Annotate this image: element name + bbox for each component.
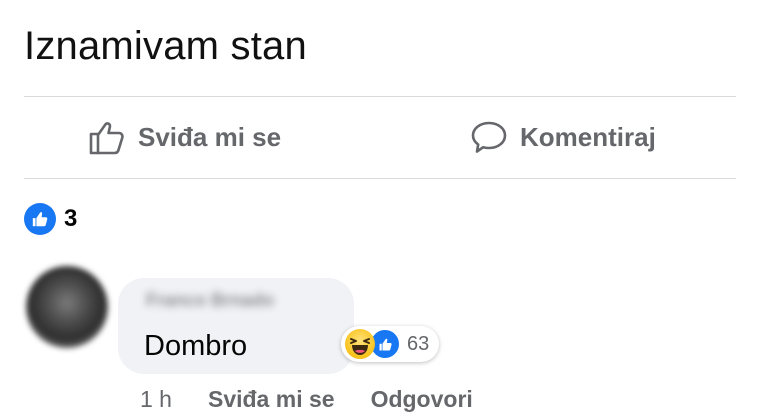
comment-bubble: Franco Brnado Dombro	[118, 278, 354, 374]
comment-timestamp[interactable]: 1 h	[140, 386, 172, 413]
comment-like-link[interactable]: Sviđa mi se	[208, 386, 335, 413]
avatar[interactable]	[26, 266, 108, 348]
comment-reaction-icons	[345, 328, 401, 360]
comment-button-label: Komentiraj	[520, 121, 656, 152]
divider-top	[24, 96, 736, 97]
reactions-summary[interactable]: 3	[24, 203, 77, 235]
post-text: Iznamivam stan	[24, 24, 307, 68]
haha-reaction-icon	[345, 329, 375, 359]
comment-meta: 1 h Sviđa mi se Odgovori	[140, 386, 473, 413]
comment-author-name[interactable]: Franco Brnado	[146, 290, 274, 311]
like-reaction-icon	[24, 203, 56, 235]
comment-reactions[interactable]: 63	[341, 326, 440, 362]
speech-bubble-icon	[470, 118, 508, 156]
comment-reply-link[interactable]: Odgovori	[371, 386, 473, 413]
divider-bottom	[24, 178, 736, 179]
thumbs-up-icon	[86, 117, 126, 157]
comment-reaction-count: 63	[407, 332, 430, 355]
like-button[interactable]: Sviđa mi se	[86, 114, 281, 160]
comment-button[interactable]: Komentiraj	[470, 114, 656, 160]
like-button-label: Sviđa mi se	[138, 121, 282, 152]
comment-text: Dombro	[144, 330, 248, 362]
reactions-count: 3	[64, 205, 78, 232]
